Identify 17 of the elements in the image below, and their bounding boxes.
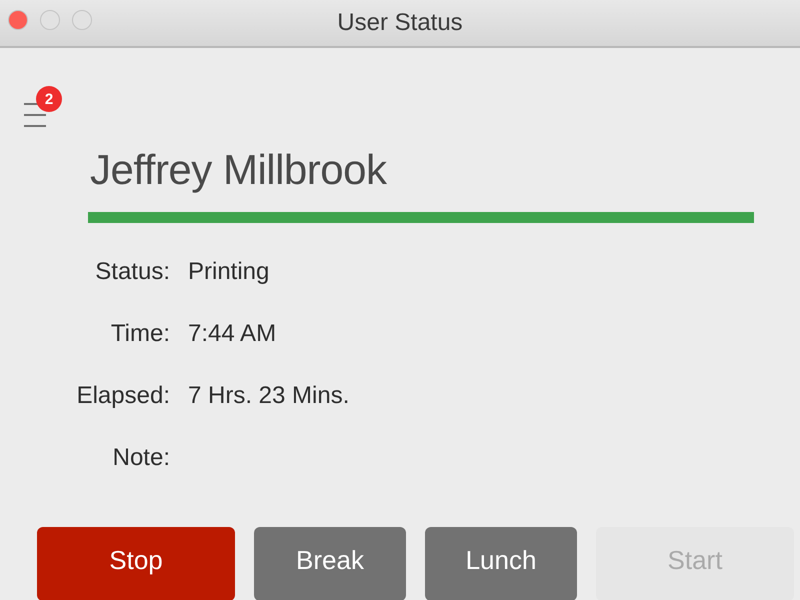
field-label: Time: — [110, 319, 170, 349]
stop-button[interactable]: Stop — [37, 527, 235, 600]
menu-icon[interactable] — [24, 102, 48, 128]
field-value: 7:44 AM — [188, 319, 276, 349]
field-label: Elapsed: — [76, 381, 170, 411]
action-button[interactable]: Lunch — [425, 527, 577, 600]
notification-badge: 2 — [36, 86, 62, 112]
field-value: 7 Hrs. 23 Mins. — [188, 381, 350, 411]
field-label: Note: — [112, 443, 170, 473]
field-value: Printing — [188, 257, 270, 287]
close-button[interactable] — [8, 10, 28, 30]
action-button[interactable]: Break — [254, 527, 406, 600]
user-name: Jeffrey Millbrook — [90, 146, 386, 194]
minimize-button[interactable] — [40, 10, 60, 30]
window-title: User Status — [337, 9, 463, 37]
zoom-button[interactable] — [72, 10, 92, 30]
field-label: Status: — [95, 257, 170, 287]
